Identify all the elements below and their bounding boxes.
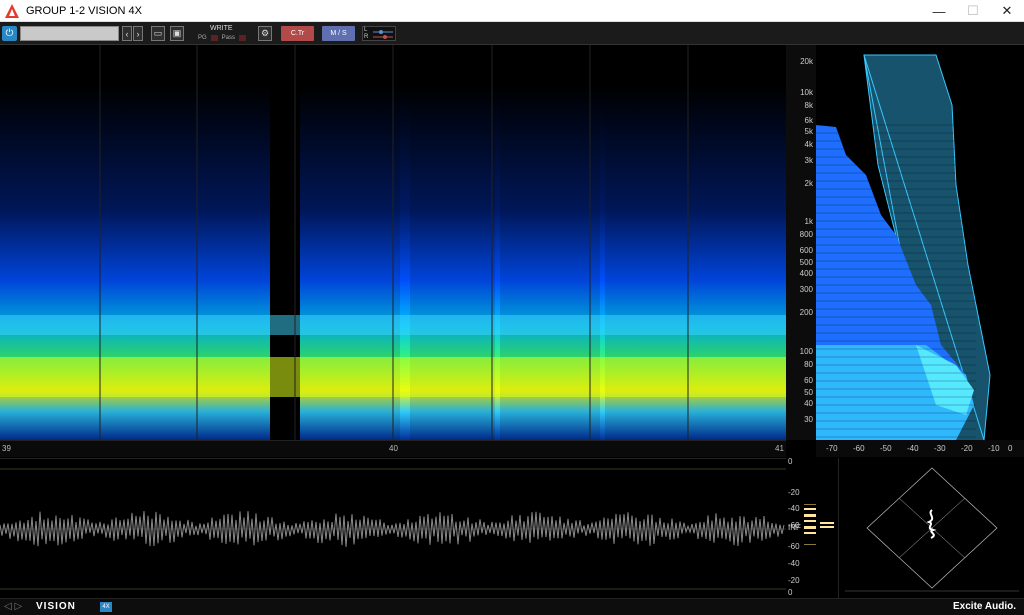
pg-toggle[interactable] [211, 35, 218, 41]
freq-tick-label: 4k [805, 140, 813, 149]
lr-balance-control[interactable]: L R [362, 26, 396, 41]
db-tick-label: -60 [853, 444, 865, 453]
folder-icon: ▭ [154, 28, 163, 39]
chevron-right-icon: › [137, 29, 140, 39]
freq-tick-label: 8k [805, 101, 813, 110]
save-icon: ▣ [173, 28, 182, 39]
freq-tick-label: 30 [804, 415, 813, 424]
vision-logo: VISION [36, 601, 76, 612]
spectrum-analyzer-panel: 20k 10k 8k 6k 5k 4k 3k 2k 1k 800 600 500 400 300 200 10… [786, 45, 1024, 457]
db-tick-label: -70 [826, 444, 838, 453]
power-button[interactable]: ⏻ [2, 26, 17, 41]
freq-tick-label: 400 [800, 269, 813, 278]
close-button[interactable]: ✕ [990, 0, 1024, 22]
freq-tick-label: 1k [805, 217, 813, 226]
freq-tick-label: 50 [804, 388, 813, 397]
waveform-graphic [0, 459, 786, 599]
next-preset-button[interactable]: › [133, 26, 143, 41]
db-tick-label: -30 [934, 444, 946, 453]
vectorscope[interactable] [838, 458, 1024, 598]
ms-button[interactable]: M / S [322, 26, 355, 41]
timeline-mark: 40 [389, 444, 398, 453]
lr-left-label: L [364, 27, 367, 33]
freq-tick-label: 200 [800, 308, 813, 317]
frequency-axis: 20k 10k 8k 6k 5k 4k 3k 2k 1k 800 600 500 400 300 200 10… [786, 45, 816, 440]
freq-tick-label: 6k [805, 116, 813, 125]
meter-tick-label: INF [788, 523, 801, 532]
level-meter: 0 -20 -40 -60 INF -60 -40 -20 0 [786, 458, 838, 598]
timeline-mark: 39 [2, 444, 11, 453]
freq-tick-label: 800 [800, 230, 813, 239]
chevron-left-icon: ‹ [126, 29, 129, 39]
spectrum-graphic [816, 45, 1024, 440]
freq-tick-label: 500 [800, 258, 813, 267]
freq-tick-label: 5k [805, 127, 813, 136]
meter-tick-label: -40 [788, 504, 800, 513]
meter-tick-label: 0 [788, 457, 792, 466]
db-axis: -70 -60 -50 -40 -30 -20 -10 0 [816, 440, 1024, 457]
db-tick-label: -50 [880, 444, 892, 453]
brand-label: Excite Audio. [953, 601, 1016, 612]
title-bar: GROUP 1-2 VISION 4X — ☐ ✕ [0, 0, 1024, 22]
ctr-button[interactable]: C.Tr [281, 26, 314, 41]
freq-tick-label: 40 [804, 399, 813, 408]
meter-tick-label: -60 [788, 542, 800, 551]
waveform-view[interactable] [0, 458, 786, 598]
prev-preset-button[interactable]: ‹ [122, 26, 132, 41]
lr-right-label: R [364, 34, 368, 40]
settings-button[interactable]: ⚙ [258, 26, 272, 41]
db-tick-label: -20 [961, 444, 973, 453]
meter-tick-label: -20 [788, 488, 800, 497]
open-preset-button[interactable]: ▭ [151, 26, 165, 41]
db-tick-label: -40 [907, 444, 919, 453]
freq-tick-label: 600 [800, 246, 813, 255]
preset-field[interactable] [20, 26, 119, 41]
timeline-mark: 41 [775, 444, 784, 453]
pass-toggle[interactable] [239, 35, 246, 41]
meter-bars [804, 498, 834, 553]
freq-tick-label: 60 [804, 376, 813, 385]
save-preset-button[interactable]: ▣ [170, 26, 184, 41]
power-icon: ⏻ [6, 28, 14, 39]
meter-tick-label: -20 [788, 576, 800, 585]
version-badge: 4X [100, 602, 112, 612]
vectorscope-graphic [839, 458, 1024, 598]
db-tick-label: -10 [988, 444, 1000, 453]
spectrogram-view[interactable] [0, 45, 786, 440]
freq-tick-label: 80 [804, 360, 813, 369]
freq-tick-label: 20k [800, 57, 813, 66]
freq-tick-label: 2k [805, 179, 813, 188]
minimize-button[interactable]: — [922, 0, 956, 22]
freq-tick-label: 10k [800, 88, 813, 97]
footer-bar: ◁ ▷ VISION 4X Excite Audio. [0, 598, 1024, 615]
gear-icon: ⚙ [261, 28, 269, 39]
freq-tick-label: 3k [805, 156, 813, 165]
play-icon[interactable]: ◁ ▷ [4, 601, 22, 612]
freq-tick-label: 100 [800, 347, 813, 356]
db-tick-label: 0 [1008, 444, 1012, 453]
toolbar: ⏻ ‹ › ▭ ▣ WRITE PG Pass ⚙ C.Tr M / S L R [0, 22, 1024, 45]
freq-tick-label: 300 [800, 285, 813, 294]
app-logo-icon [4, 3, 20, 19]
timeline-ruler: 39 40 41 [0, 440, 786, 457]
meter-tick-label: -40 [788, 559, 800, 568]
spectrogram-graphic [0, 45, 786, 440]
meter-tick-label: 0 [788, 588, 792, 597]
window-title: GROUP 1-2 VISION 4X [26, 5, 142, 17]
maximize-button[interactable]: ☐ [956, 0, 990, 22]
